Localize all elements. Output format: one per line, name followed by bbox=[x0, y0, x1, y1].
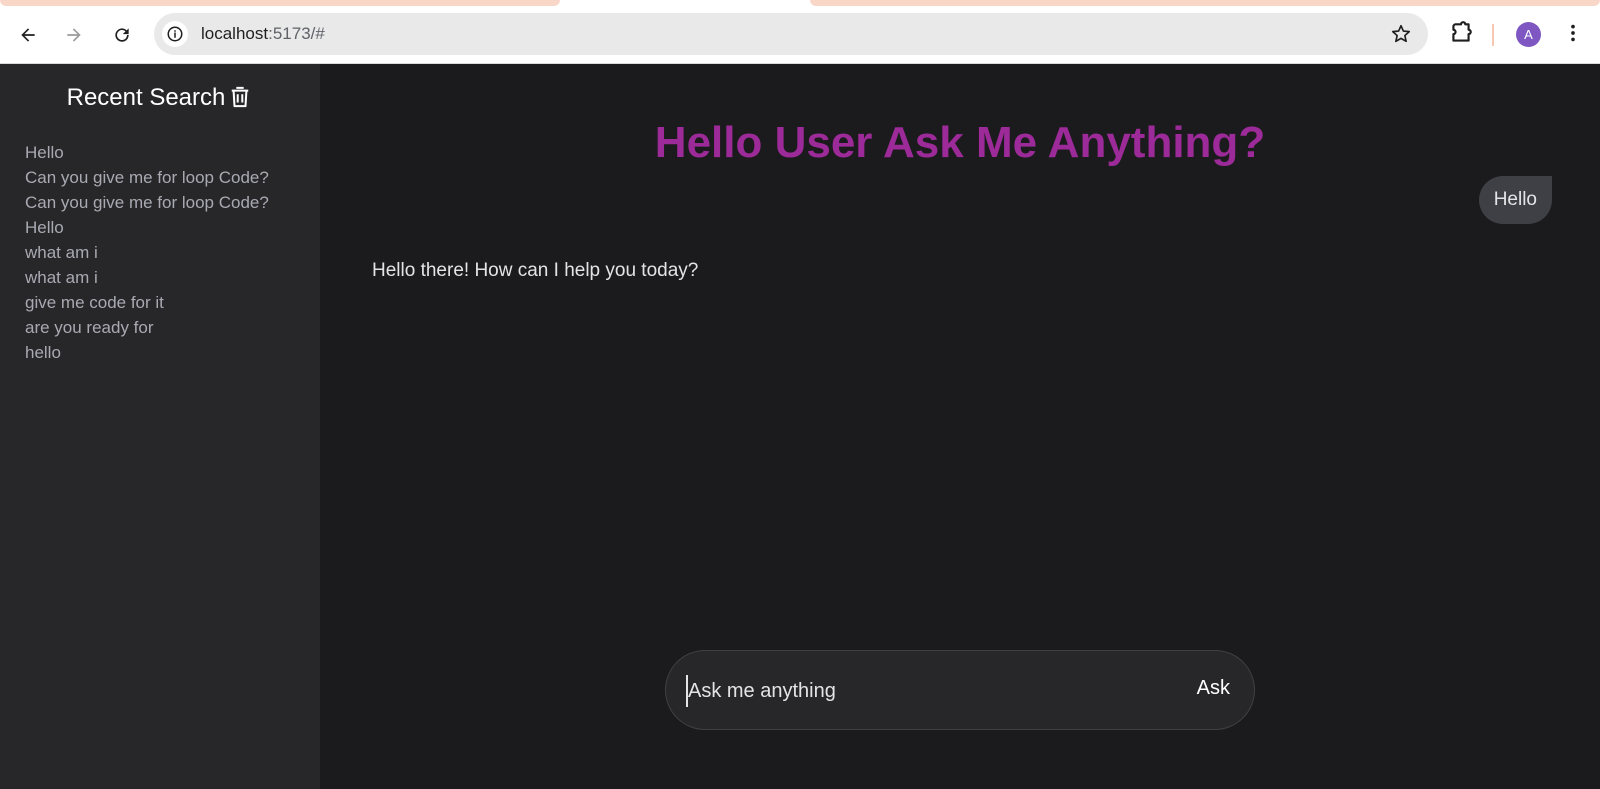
site-info-icon[interactable] bbox=[162, 21, 188, 47]
url-host: localhost bbox=[201, 24, 269, 43]
recent-search-item[interactable]: Hello bbox=[25, 215, 269, 240]
recent-search-item[interactable]: Can you give me for loop Code? bbox=[25, 165, 269, 190]
recent-search-list: Hello Can you give me for loop Code? Can… bbox=[25, 140, 269, 365]
extensions-icon[interactable] bbox=[1448, 20, 1474, 51]
profile-avatar[interactable]: A bbox=[1516, 22, 1541, 47]
browser-toolbar: localhost:5173/# A bbox=[0, 6, 1600, 64]
url-path: :5173/# bbox=[268, 24, 325, 43]
recent-search-item[interactable]: what am i bbox=[25, 240, 269, 265]
reload-icon[interactable] bbox=[108, 21, 136, 49]
bot-reply: Hello there! How can I help you today? bbox=[372, 260, 699, 281]
recent-search-item[interactable]: what am i bbox=[25, 265, 269, 290]
toolbar-divider bbox=[1492, 24, 1494, 46]
address-bar[interactable]: localhost:5173/# bbox=[154, 13, 1428, 55]
sidebar-title: Recent Search bbox=[66, 84, 226, 111]
user-message-bubble: Hello bbox=[1478, 176, 1552, 224]
question-input[interactable] bbox=[686, 675, 1156, 707]
more-menu-icon[interactable] bbox=[1562, 20, 1584, 51]
recent-search-item[interactable]: give me code for it bbox=[25, 290, 269, 315]
back-icon[interactable] bbox=[14, 21, 42, 49]
ask-button[interactable]: Ask bbox=[1197, 677, 1230, 700]
recent-search-item[interactable]: Can you give me for loop Code? bbox=[25, 190, 269, 215]
url-text[interactable]: localhost:5173/# bbox=[201, 24, 325, 44]
chat-area: Hello User Ask Me Anything? Hello Hello … bbox=[320, 64, 1600, 789]
forward-icon[interactable] bbox=[60, 21, 88, 49]
page-title: Hello User Ask Me Anything? bbox=[654, 118, 1266, 167]
bookmark-star-icon[interactable] bbox=[1390, 23, 1412, 50]
chat-composer: Ask bbox=[665, 650, 1255, 730]
recent-search-item[interactable]: Hello bbox=[25, 140, 269, 165]
sidebar-header: Recent Search bbox=[0, 84, 320, 112]
trash-icon[interactable] bbox=[229, 85, 253, 111]
sidebar: Recent Search Hello Can you give me for … bbox=[0, 64, 320, 789]
recent-search-item[interactable]: are you ready for bbox=[25, 315, 269, 340]
app-container: Recent Search Hello Can you give me for … bbox=[0, 64, 1600, 789]
recent-search-item[interactable]: hello bbox=[25, 340, 269, 365]
